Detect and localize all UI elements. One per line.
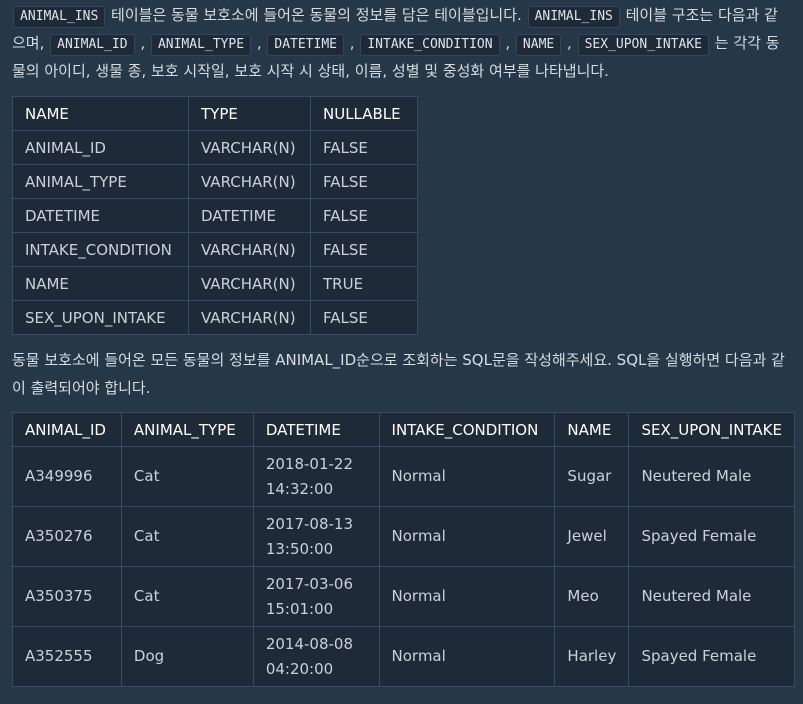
column-header: ANIMAL_ID	[12, 412, 122, 447]
table-cell: Spayed Female	[628, 506, 795, 567]
code-column-name: DATETIME	[267, 34, 344, 56]
table-cell: SEX_UPON_INTAKE	[12, 300, 189, 335]
table-row: SEX_UPON_INTAKE VARCHAR(N) FALSE	[12, 300, 418, 335]
table-cell: Normal	[378, 446, 556, 507]
column-header: DATETIME	[252, 412, 380, 447]
code-table-name: ANIMAL_INS	[13, 6, 106, 28]
table-cell: VARCHAR(N)	[188, 300, 311, 335]
table-cell: Cat	[120, 506, 254, 567]
table-cell: 2018-01-22 14:32:00	[252, 446, 380, 507]
table-cell: FALSE	[310, 300, 418, 335]
time-value: 15:01:00	[265, 599, 334, 618]
table-row: DATETIME DATETIME FALSE	[12, 198, 418, 233]
column-header: TYPE	[188, 96, 311, 131]
table-cell: Dog	[120, 626, 254, 687]
table-row: A350375 Cat 2017-03-06 15:01:00 Normal Me…	[12, 566, 795, 627]
code-column-name: SEX_UPON_INTAKE	[577, 34, 709, 56]
time-value: 04:20:00	[265, 659, 334, 678]
table-cell: FALSE	[310, 164, 418, 199]
table-row: ANIMAL_TYPE VARCHAR(N) FALSE	[12, 164, 418, 199]
comma: ,	[567, 34, 572, 52]
code-column-name: ANIMAL_TYPE	[150, 34, 252, 56]
table-cell: Meo	[554, 566, 630, 627]
table-header-row: NAME TYPE NULLABLE	[12, 96, 418, 131]
date-value: 2017-08-13	[265, 514, 353, 533]
table-cell: Sugar	[554, 446, 630, 507]
table-cell: FALSE	[310, 130, 418, 165]
table-cell: TRUE	[310, 266, 418, 301]
table-row: A349996 Cat 2018-01-22 14:32:00 Normal Su…	[12, 446, 795, 507]
table-cell: Normal	[378, 626, 556, 687]
table-row: INTAKE_CONDITION VARCHAR(N) FALSE	[12, 232, 418, 267]
table-cell: DATETIME	[188, 198, 311, 233]
time-value: 13:50:00	[265, 539, 334, 558]
date-value: 2017-03-06	[265, 574, 353, 593]
table-cell: Neutered Male	[628, 446, 795, 507]
column-header: NAME	[12, 96, 189, 131]
problem-description: ANIMAL_INS 테이블은 동물 보호소에 들어온 동물의 정보를 담은 테…	[0, 0, 803, 687]
code-table-name: ANIMAL_INS	[527, 6, 620, 28]
table-cell: Neutered Male	[628, 566, 795, 627]
table-header-row: ANIMAL_ID ANIMAL_TYPE DATETIME INTAKE_CO…	[12, 412, 795, 447]
table-cell: VARCHAR(N)	[188, 266, 311, 301]
table-cell: DATETIME	[12, 198, 189, 233]
table-cell: FALSE	[310, 232, 418, 267]
code-column-name: INTAKE_CONDITION	[360, 34, 500, 56]
table-cell: VARCHAR(N)	[188, 232, 311, 267]
intro-text-1: 테이블은 동물 보호소에 들어온 동물의 정보를 담은 테이블입니다.	[106, 6, 527, 24]
table-cell: A350375	[12, 566, 122, 627]
table-cell: INTAKE_CONDITION	[12, 232, 189, 267]
table-cell: A349996	[12, 446, 122, 507]
table-cell: ANIMAL_ID	[12, 130, 189, 165]
intro-paragraph: ANIMAL_INS 테이블은 동물 보호소에 들어온 동물의 정보를 담은 테…	[12, 0, 791, 85]
table-cell: Harley	[554, 626, 630, 687]
table-cell: A352555	[12, 626, 122, 687]
column-header: NAME	[554, 412, 630, 447]
comma: ,	[349, 34, 355, 52]
table-cell: Cat	[120, 446, 254, 507]
column-header: ANIMAL_TYPE	[120, 412, 254, 447]
table-cell: Cat	[120, 566, 254, 627]
comma: ,	[256, 34, 262, 52]
table-cell: 2017-03-06 15:01:00	[252, 566, 380, 627]
column-header: SEX_UPON_INTAKE	[628, 412, 795, 447]
comma: ,	[140, 34, 146, 52]
date-value: 2014-08-08	[265, 634, 353, 653]
comma: ,	[505, 34, 511, 52]
table-cell: Normal	[378, 506, 556, 567]
table-row: NAME VARCHAR(N) TRUE	[12, 266, 418, 301]
code-column-name: ANIMAL_ID	[50, 34, 135, 56]
table-cell: A350276	[12, 506, 122, 567]
code-column-name: NAME	[515, 34, 562, 56]
result-table: ANIMAL_ID ANIMAL_TYPE DATETIME INTAKE_CO…	[12, 412, 795, 687]
question-paragraph: 동물 보호소에 들어온 모든 동물의 정보를 ANIMAL_ID순으로 조회하는…	[12, 351, 785, 397]
table-row: ANIMAL_ID VARCHAR(N) FALSE	[12, 130, 418, 165]
table-cell: VARCHAR(N)	[188, 130, 311, 165]
table-cell: 2017-08-13 13:50:00	[252, 506, 380, 567]
table-row: A352555 Dog 2014-08-08 04:20:00 Normal Ha…	[12, 626, 795, 687]
table-cell: Jewel	[554, 506, 630, 567]
table-cell: 2014-08-08 04:20:00	[252, 626, 380, 687]
column-header: NULLABLE	[310, 96, 418, 131]
table-cell: Spayed Female	[628, 626, 795, 687]
table-cell: Normal	[378, 566, 556, 627]
schema-table: NAME TYPE NULLABLE ANIMAL_ID VARCHAR(N) FA…	[12, 96, 418, 335]
table-cell: ANIMAL_TYPE	[12, 164, 189, 199]
date-value: 2018-01-22	[265, 454, 353, 473]
table-cell: VARCHAR(N)	[188, 164, 311, 199]
time-value: 14:32:00	[265, 479, 334, 498]
table-cell: NAME	[12, 266, 189, 301]
column-header: INTAKE_CONDITION	[378, 412, 556, 447]
table-row: A350276 Cat 2017-08-13 13:50:00 Normal Je…	[12, 506, 795, 567]
table-cell: FALSE	[310, 198, 418, 233]
